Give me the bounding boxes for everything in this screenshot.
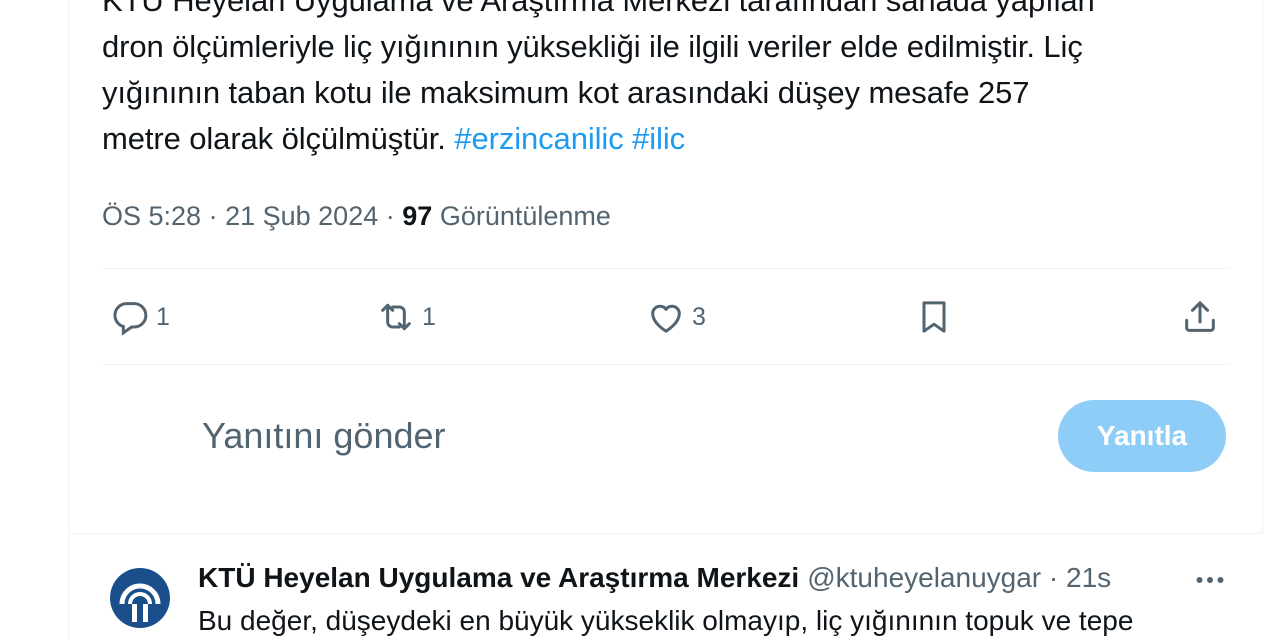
reply-input[interactable]: Yanıtını gönder [202, 412, 446, 460]
tweet-text-line: KTÜ Heyelan Uygulama ve Araştırma Merkez… [102, 0, 1095, 18]
views-count[interactable]: 97 [402, 201, 432, 231]
tweet-text-line: dron ölçümleriyle liç yığınının yüksekli… [102, 29, 1083, 64]
reply-author-name[interactable]: KTÜ Heyelan Uygulama ve Araştırma Merkez… [198, 558, 799, 598]
like-button[interactable]: 3 [646, 294, 706, 340]
share-icon [1185, 301, 1215, 332]
tweet-time[interactable]: ÖS 5:28 [102, 201, 201, 231]
views-label[interactable]: Görüntülenme [440, 201, 611, 231]
hashtag-link[interactable]: #erzincanilic [454, 121, 623, 156]
tweet-text-line: metre olarak ölçülmüştür. #erzincanilic … [102, 116, 1232, 162]
divider [102, 364, 1230, 365]
card-border [68, 533, 1263, 534]
card-border [68, 0, 69, 534]
tweet-date[interactable]: 21 Şub 2024 [225, 201, 378, 231]
ktu-logo-icon [110, 568, 170, 628]
avatar[interactable] [108, 566, 172, 630]
share-button[interactable] [1180, 294, 1220, 340]
reply-count: 1 [156, 302, 170, 331]
tweet-meta: ÖS 5:28 · 21 Şub 2024 · 97 Görüntülenme [102, 196, 611, 236]
tweet-text-line-content: metre olarak ölçülmüştür. [102, 121, 446, 156]
tweet-text: KTÜ Heyelan Uygulama ve Araştırma Merkez… [102, 0, 1232, 162]
reply-button[interactable]: 1 [110, 294, 170, 340]
retweet-icon [381, 303, 411, 331]
bookmark-icon [922, 301, 946, 333]
meta-separator: · [208, 201, 218, 231]
reply-header: KTÜ Heyelan Uygulama ve Araştırma Merkez… [198, 558, 1111, 598]
reply-author-handle[interactable]: @ktuheyelanuygar · 21s [807, 558, 1111, 598]
divider [102, 268, 1230, 269]
like-count: 3 [692, 302, 706, 331]
tweet-text-line: yığınının taban kotu ile maksimum kot ar… [102, 75, 1030, 110]
retweet-count: 1 [422, 302, 436, 331]
reply-submit-button[interactable]: Yanıtla [1058, 400, 1226, 472]
meta-separator: · [385, 201, 395, 231]
card-border [1262, 0, 1263, 534]
bookmark-button[interactable] [914, 294, 954, 340]
reply-icon [113, 302, 148, 336]
card-border [68, 534, 69, 640]
reply-text: Bu değer, düşeydeki en büyük yükseklik o… [198, 605, 1134, 636]
like-icon [651, 304, 681, 333]
more-icon[interactable] [1192, 562, 1228, 598]
hashtag-link[interactable]: #ilic [632, 121, 685, 156]
retweet-button[interactable]: 1 [376, 294, 436, 340]
